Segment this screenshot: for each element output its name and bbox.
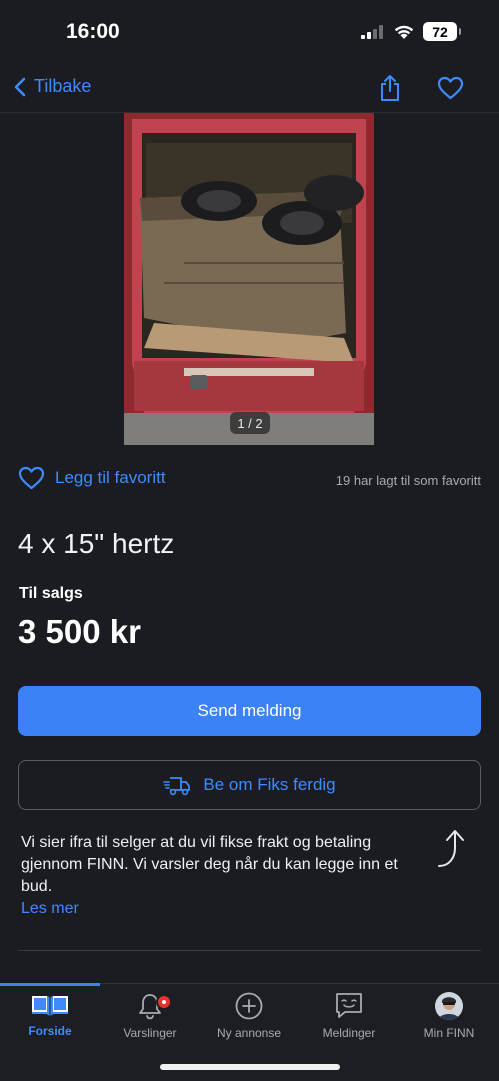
- tab-ny-annonse[interactable]: Ny annonse: [199, 992, 299, 1040]
- listing-price: 3 500 kr: [18, 613, 141, 650]
- fiks-info-text: Vi sier ifra til selger at du vil fikse …: [21, 834, 398, 895]
- read-more-link[interactable]: Les mer: [21, 898, 426, 920]
- back-label: Tilbake: [34, 76, 92, 96]
- fiks-ferdig-button[interactable]: Be om Fiks ferdig: [18, 760, 481, 810]
- home-indicator: [160, 1064, 340, 1070]
- battery-indicator: 72: [423, 22, 461, 41]
- status-time: 16:00: [66, 20, 120, 43]
- divider: [18, 950, 481, 951]
- tab-label: Min FINN: [423, 1026, 475, 1040]
- listing-photo[interactable]: 1 / 2: [124, 113, 374, 445]
- tab-min-finn[interactable]: Min FINN: [399, 992, 499, 1040]
- chevron-left-icon: [14, 77, 26, 96]
- tab-label: Meldinger: [322, 1026, 376, 1040]
- heart-icon: [18, 466, 45, 490]
- curved-arrow-icon: [438, 830, 464, 867]
- tab-meldinger[interactable]: Meldinger: [299, 992, 399, 1040]
- status-icons: 72: [361, 22, 461, 41]
- avatar: [435, 992, 463, 1020]
- cellular-signal-icon: [361, 24, 383, 39]
- book-icon: [32, 996, 68, 1016]
- favorite-row: Legg til favoritt 19 har lagt til som fa…: [18, 466, 481, 496]
- share-icon[interactable]: [378, 74, 402, 102]
- tab-label: Forside: [28, 1024, 72, 1038]
- favorite-count: 19 har lagt til som favoritt: [335, 473, 481, 488]
- fiks-info: Vi sier ifra til selger at du vil fikse …: [21, 832, 426, 920]
- heart-icon[interactable]: [437, 76, 464, 100]
- tab-label: Ny annonse: [216, 1026, 282, 1040]
- sale-type-label: Til salgs: [19, 585, 83, 602]
- notification-badge: [156, 994, 172, 1010]
- delivery-truck-icon: [163, 777, 191, 796]
- chat-icon: [336, 993, 362, 1018]
- tab-label: Varslinger: [123, 1026, 177, 1040]
- add-favorite-label: Legg til favoritt: [55, 468, 166, 487]
- tab-forside[interactable]: Forside: [0, 992, 100, 1038]
- plus-circle-icon: [235, 992, 263, 1020]
- listing-image: [124, 113, 374, 445]
- listing-title: 4 x 15" hertz: [18, 528, 175, 559]
- nav-bar: Tilbake: [0, 66, 499, 113]
- fiks-ferdig-label: Be om Fiks ferdig: [203, 775, 336, 794]
- active-tab-indicator: [0, 983, 100, 986]
- wifi-icon: [394, 25, 414, 39]
- image-counter: 1 / 2: [230, 412, 270, 434]
- back-button[interactable]: Tilbake: [14, 76, 91, 97]
- send-message-button[interactable]: Send melding: [18, 686, 481, 736]
- tab-varslinger[interactable]: Varslinger: [100, 992, 200, 1040]
